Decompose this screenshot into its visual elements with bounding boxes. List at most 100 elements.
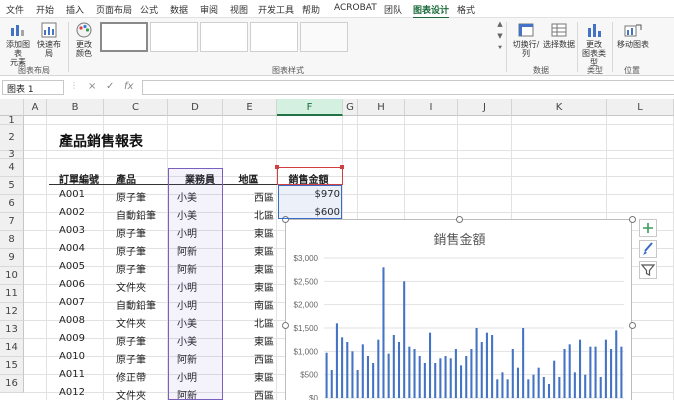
insert-function-icon[interactable]: fx	[124, 81, 133, 92]
column-header-c[interactable]: C	[104, 99, 168, 116]
chart-bar[interactable]	[475, 328, 478, 398]
formula-input[interactable]	[142, 80, 674, 95]
table-cell[interactable]: 自動鉛筆	[116, 207, 168, 222]
chart-bar[interactable]	[387, 353, 390, 398]
row-header-14[interactable]: 14	[0, 339, 24, 357]
chart-bar[interactable]	[346, 342, 349, 398]
table-cell[interactable]: A012	[59, 387, 104, 398]
table-cell[interactable]: 原子筆	[116, 243, 168, 258]
menu-tab-3[interactable]: 页面布局	[96, 3, 132, 16]
chart-bar[interactable]	[547, 384, 551, 398]
table-cell[interactable]: A007	[59, 297, 104, 308]
chart-bar[interactable]	[496, 379, 499, 398]
chart-bar[interactable]	[413, 349, 416, 398]
menu-tab-7[interactable]: 视图	[230, 3, 248, 16]
chart-bar[interactable]	[330, 370, 333, 398]
chart-bar[interactable]	[361, 344, 364, 398]
chart-bar[interactable]	[599, 377, 602, 398]
chart-style-1[interactable]	[100, 22, 148, 52]
chart-style-7[interactable]	[400, 22, 448, 52]
table-cell[interactable]: 文件夾	[116, 279, 168, 294]
change-colors-button[interactable]: 更改 颜色	[71, 22, 97, 58]
chart-bar[interactable]	[511, 349, 514, 398]
chart-bar[interactable]	[594, 346, 597, 398]
menu-tab-9[interactable]: 帮助	[302, 3, 320, 16]
chart-style-5[interactable]	[300, 22, 348, 52]
chart-bar[interactable]	[604, 339, 607, 398]
add-chart-element-button[interactable]: 添加图表 元素	[4, 22, 32, 67]
menu-tab-5[interactable]: 数据	[170, 3, 188, 16]
enter-icon[interactable]: ✓	[106, 81, 114, 92]
chart-resize-handle[interactable]	[629, 216, 636, 223]
table-cell[interactable]: 北區	[223, 315, 274, 330]
chart-bar[interactable]	[454, 349, 457, 398]
column-header-e[interactable]: E	[223, 99, 277, 116]
column-header-b[interactable]: B	[47, 99, 104, 116]
chart-bar[interactable]	[372, 363, 375, 398]
select-data-button[interactable]: 选择数据	[543, 22, 575, 49]
chart-bar[interactable]	[579, 339, 582, 398]
row-header-8[interactable]: 8	[0, 231, 24, 249]
chart-bar[interactable]	[392, 335, 395, 398]
menu-tab-6[interactable]: 审阅	[200, 3, 218, 16]
chart-bar[interactable]	[335, 323, 338, 398]
chart-bar[interactable]	[537, 367, 540, 398]
column-header-k[interactable]: K	[512, 99, 607, 116]
table-cell[interactable]: 南區	[223, 297, 274, 312]
chart-elements-button[interactable]	[639, 219, 657, 237]
table-cell[interactable]: 原子筆	[116, 189, 168, 204]
chart-bar[interactable]	[465, 356, 468, 398]
table-cell[interactable]: 東區	[223, 225, 274, 240]
chart-resize-handle[interactable]	[629, 322, 636, 329]
chart-bar[interactable]	[620, 346, 623, 398]
row-header-15[interactable]: 15	[0, 357, 24, 375]
chart-bar[interactable]	[444, 356, 447, 398]
chart-bar[interactable]	[341, 337, 344, 398]
styles-scroll-down-icon[interactable]: ▼	[496, 32, 504, 41]
chart-resize-handle[interactable]	[456, 216, 463, 223]
menu-tab-13[interactable]: 格式	[457, 3, 475, 16]
menu-tab-1[interactable]: 开始	[36, 3, 54, 16]
row-header-6[interactable]: 6	[0, 195, 24, 213]
table-cell[interactable]: 西區	[223, 387, 274, 400]
table-cell[interactable]: 東區	[223, 333, 274, 348]
table-cell[interactable]: A002	[59, 207, 104, 218]
move-chart-button[interactable]: 移动图表	[616, 22, 650, 49]
row-header-9[interactable]: 9	[0, 249, 24, 267]
chart-bar[interactable]	[408, 346, 411, 398]
name-box[interactable]: 图表 1	[2, 80, 64, 95]
column-header-h[interactable]: H	[358, 99, 405, 116]
table-cell[interactable]: 東區	[223, 279, 274, 294]
column-header-i[interactable]: I	[405, 99, 458, 116]
chart-bar[interactable]	[434, 363, 437, 398]
chart-bar[interactable]	[501, 372, 504, 398]
chart-bar[interactable]	[366, 356, 369, 398]
chart-bar[interactable]	[485, 332, 488, 398]
table-cell[interactable]: 東區	[223, 243, 274, 258]
column-header-d[interactable]: D	[168, 99, 223, 116]
menu-tab-4[interactable]: 公式	[140, 3, 158, 16]
chart-bar[interactable]	[460, 365, 463, 398]
row-header-2[interactable]: 2	[0, 125, 24, 151]
row-header-12[interactable]: 12	[0, 303, 24, 321]
row-header-16[interactable]: 16	[0, 375, 24, 393]
table-cell[interactable]: A006	[59, 279, 104, 290]
table-cell[interactable]: 東區	[223, 369, 274, 384]
table-cell[interactable]: A001	[59, 189, 104, 200]
chart-bar[interactable]	[418, 356, 421, 398]
table-cell[interactable]: 原子筆	[116, 261, 168, 276]
chart-bar[interactable]	[516, 367, 519, 398]
menu-tab-11[interactable]: 团队	[384, 3, 402, 16]
table-cell[interactable]: 文件夾	[116, 315, 168, 330]
table-cell[interactable]: A011	[59, 369, 104, 380]
cancel-icon[interactable]: ×	[88, 81, 96, 92]
chart-bar[interactable]	[568, 344, 571, 398]
select-all-corner[interactable]	[0, 99, 24, 116]
chart-bar[interactable]	[377, 339, 380, 398]
chart-bar[interactable]	[351, 351, 354, 398]
row-header-10[interactable]: 10	[0, 267, 24, 285]
table-cell[interactable]: 原子筆	[116, 333, 168, 348]
quick-layout-button[interactable]: 快速布局	[34, 22, 64, 58]
chart-style-3[interactable]	[200, 22, 248, 52]
table-cell[interactable]: 原子筆	[116, 225, 168, 240]
